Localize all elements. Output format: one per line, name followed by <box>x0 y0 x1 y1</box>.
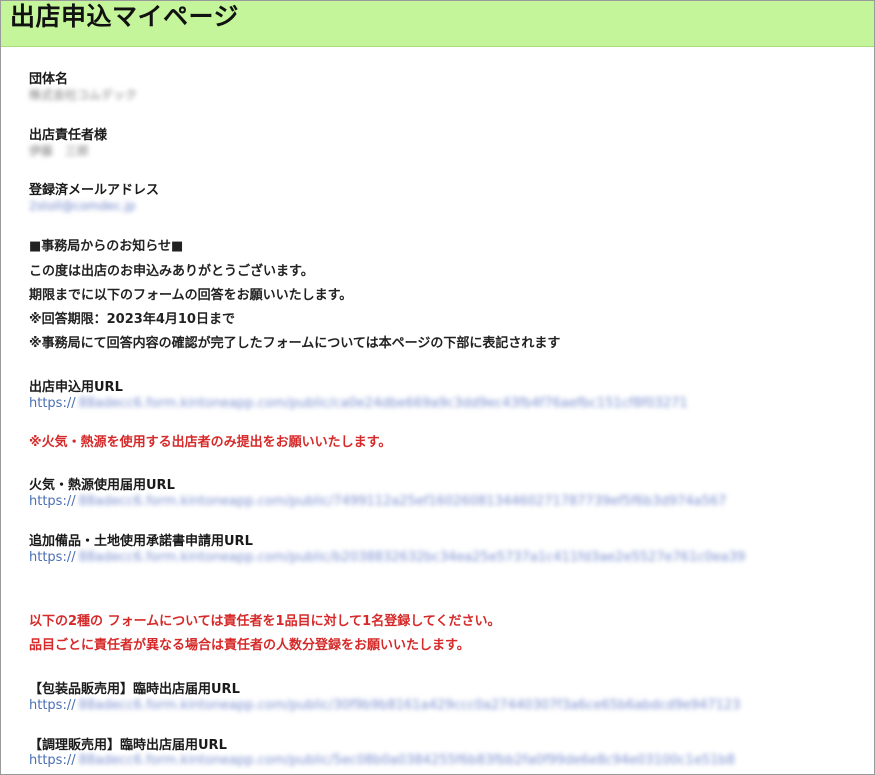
page-title: 出店申込マイページ <box>10 2 240 31</box>
notice-line-3: ※回答期限：2023年4月10日まで <box>29 312 235 327</box>
packaged-url-rest[interactable]: 88adecc6.form.kintoneapp.com/public/30f9… <box>79 698 741 714</box>
cooked-url-link[interactable]: https://88adecc6.form.kintoneapp.com/pub… <box>29 753 735 769</box>
entry-url-rest[interactable]: 88adecc6.form.kintoneapp.com/public/ca0e… <box>79 396 688 412</box>
manager-value: 伊藤 三郎 <box>29 144 90 158</box>
register-notice-line-2: 品目ごとに責任者が異なる場合は責任者の人数分登録をお願いいたします。 <box>29 638 470 653</box>
page-header: 出店申込マイページ <box>1 1 874 47</box>
page-frame: 出店申込マイページ 団体名 株式会社コムデック 出店責任者様 伊藤 三郎 登録済… <box>0 0 875 775</box>
notice-line-4: ※事務局にて回答内容の確認が完了したフォームについては本ページの下部に表記されま… <box>29 336 561 351</box>
entry-url-prefix[interactable]: https:// <box>29 396 76 411</box>
email-label: 登録済メールアドレス <box>29 183 160 198</box>
fire-notice: ※火気・熱源を使用する出店者のみ提出をお願いいたします。 <box>29 435 392 450</box>
notice-line-2: 期限までに以下のフォームの回答をお願いいたします。 <box>29 288 353 303</box>
cooked-url-rest[interactable]: 88adecc6.form.kintoneapp.com/public/5ec0… <box>79 753 735 769</box>
register-notice-line-1: 以下の2種の フォームについては責任者を1品目に対して1名登録してください。 <box>29 614 501 629</box>
equipment-url-label: 追加備品・土地使用承諾書申請用URL <box>29 534 253 549</box>
cooked-url-prefix[interactable]: https:// <box>29 753 76 768</box>
entry-url-link[interactable]: https://88adecc6.form.kintoneapp.com/pub… <box>29 396 688 412</box>
equipment-url-rest[interactable]: 88adecc6.form.kintoneapp.com/public/b203… <box>79 550 746 566</box>
notice-heading: ■事務局からのお知らせ■ <box>29 239 184 254</box>
equipment-url-prefix[interactable]: https:// <box>29 550 76 565</box>
packaged-url-prefix[interactable]: https:// <box>29 698 76 713</box>
notice-line-1: この度は出店のお申込みありがとうございます。 <box>29 264 314 279</box>
fire-url-link[interactable]: https://88adecc6.form.kintoneapp.com/pub… <box>29 494 726 510</box>
manager-label: 出店責任者様 <box>29 128 108 143</box>
packaged-url-link[interactable]: https://88adecc6.form.kintoneapp.com/pub… <box>29 698 740 714</box>
equipment-url-link[interactable]: https://88adecc6.form.kintoneapp.com/pub… <box>29 550 745 566</box>
org-name-label: 団体名 <box>29 72 69 87</box>
entry-url-label: 出店申込用URL <box>29 380 123 395</box>
fire-url-prefix[interactable]: https:// <box>29 494 76 509</box>
fire-url-rest[interactable]: 88adecc6.form.kintoneapp.com/public/7499… <box>79 494 727 510</box>
fire-url-label: 火気・熱源使用届用URL <box>29 478 175 493</box>
packaged-url-label: 【包装品販売用】臨時出店届用URL <box>29 682 240 697</box>
org-name-value: 株式会社コムデック <box>29 88 138 102</box>
cooked-url-label: 【調理販売用】臨時出店届用URL <box>29 738 227 753</box>
email-value: 2stoll@comdec.jp <box>29 199 136 213</box>
